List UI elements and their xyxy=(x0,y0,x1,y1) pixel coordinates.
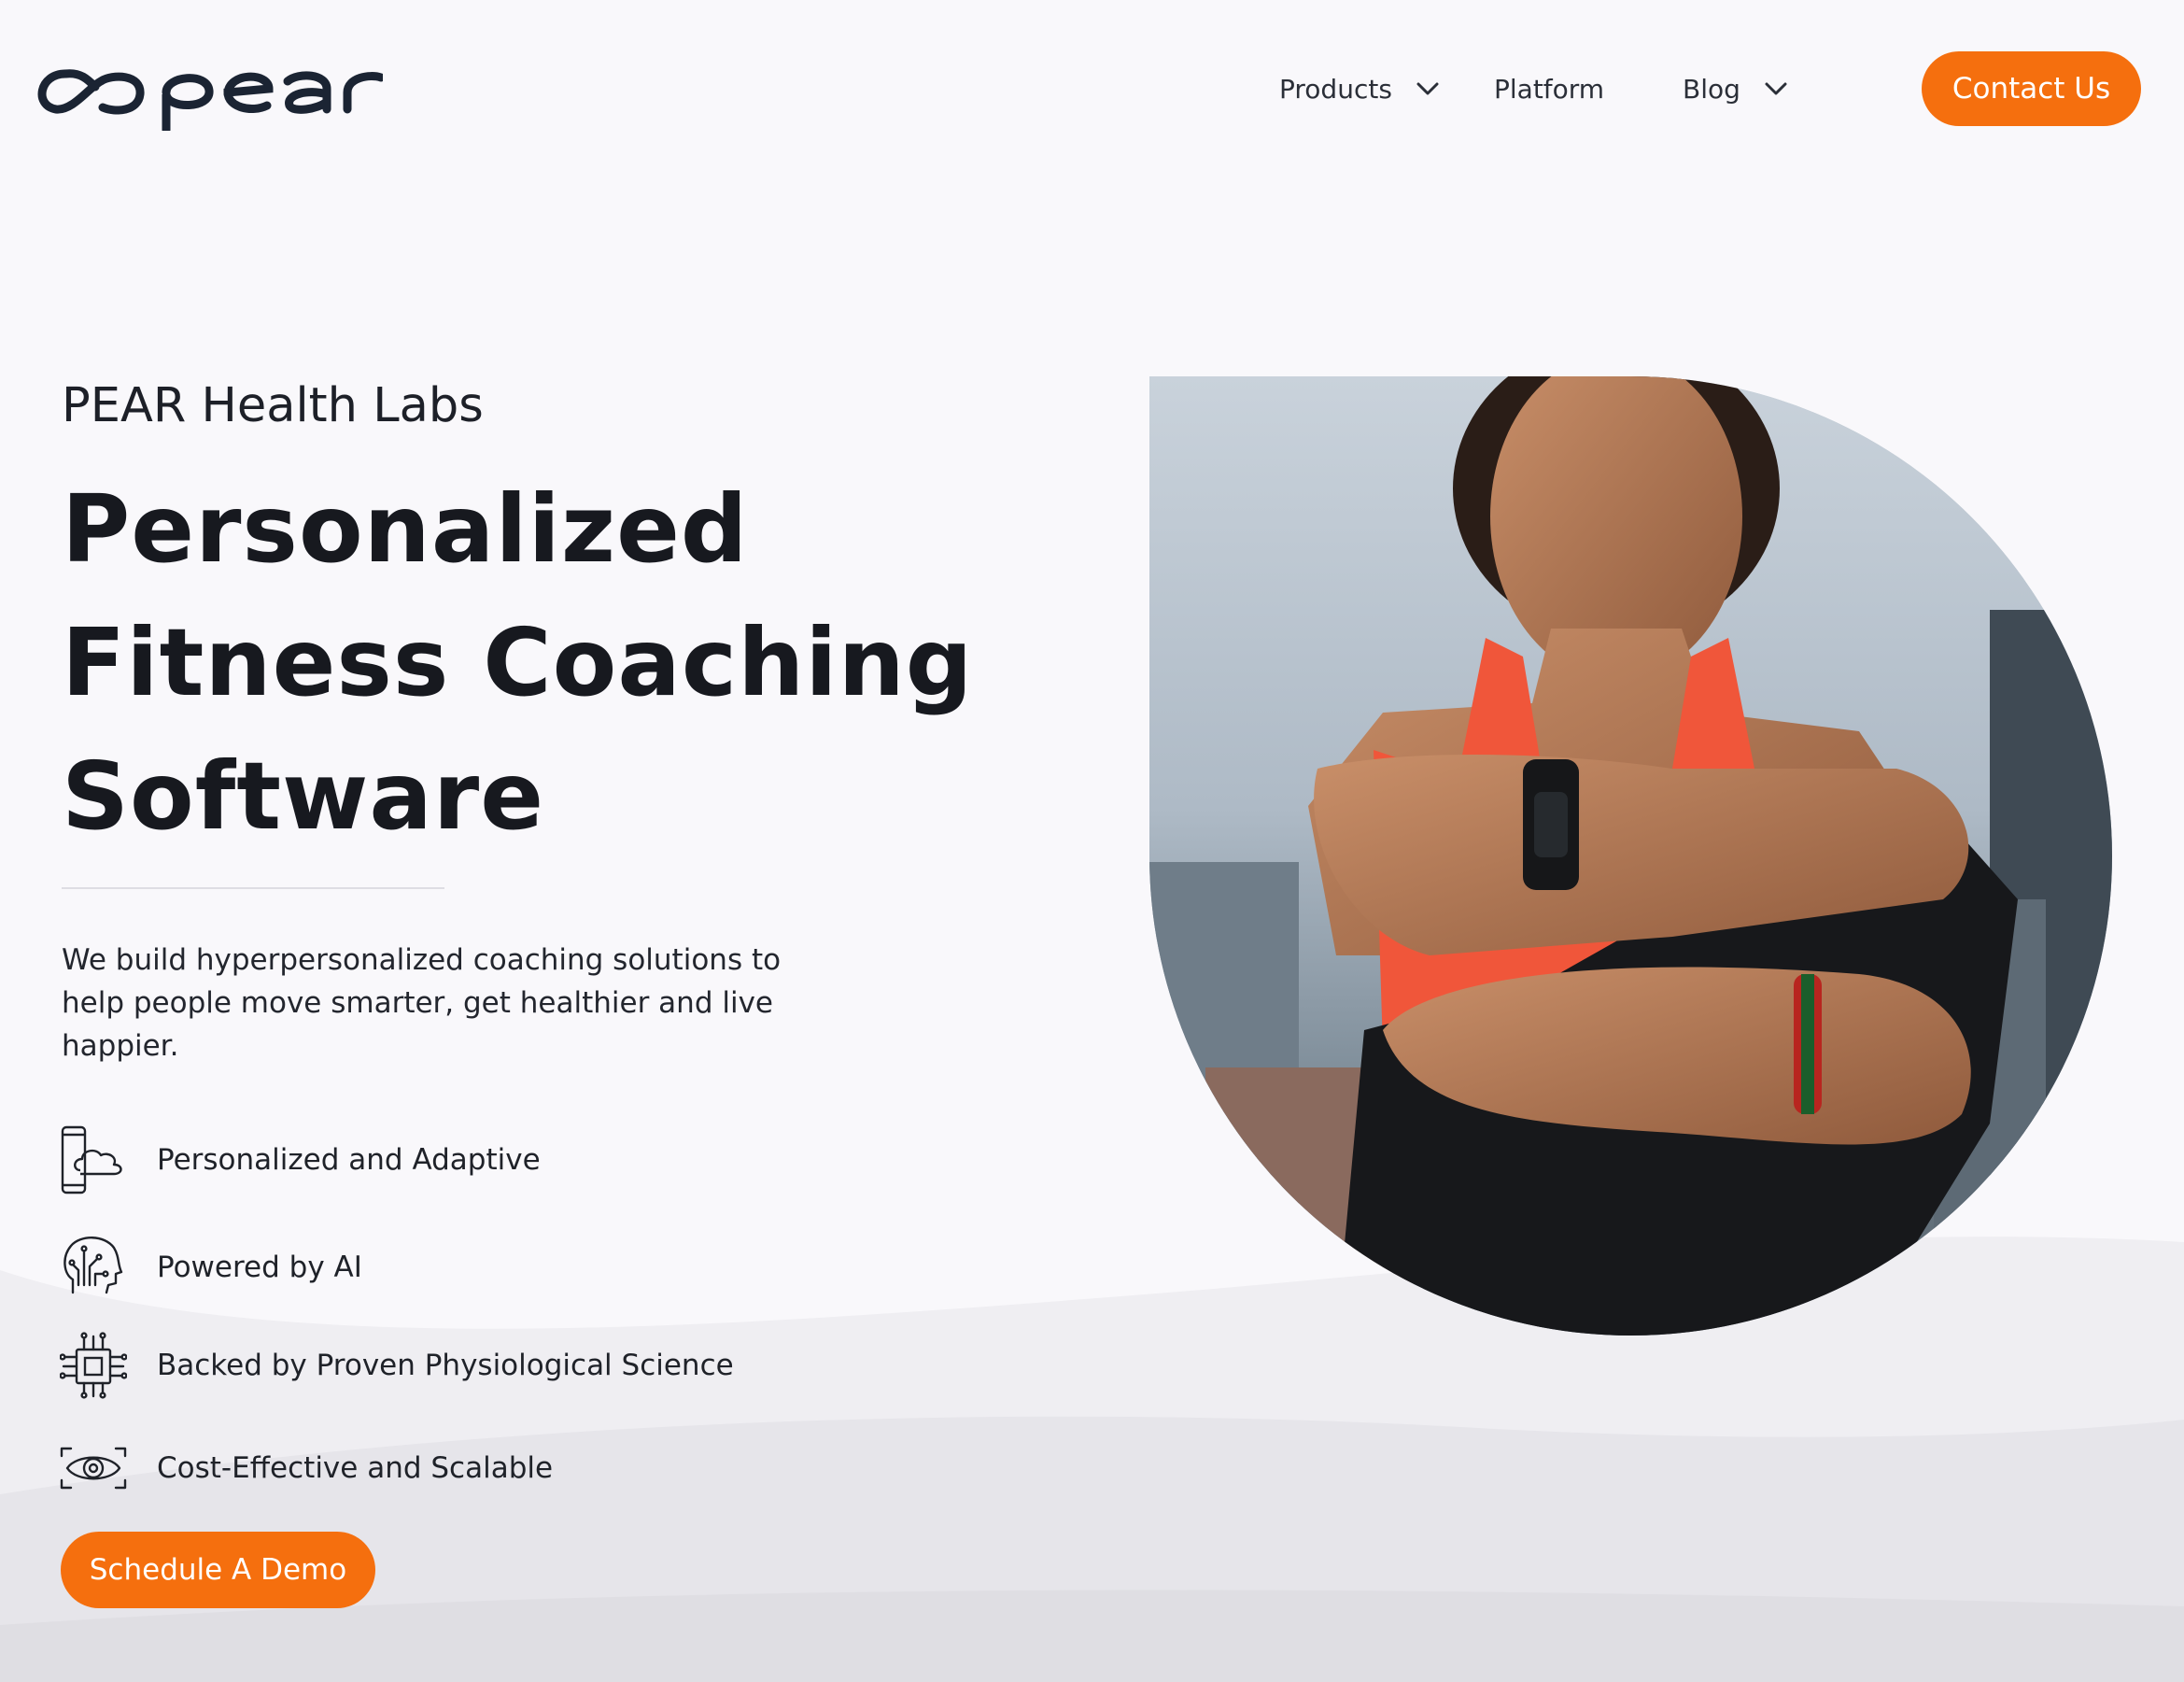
headline-line-1: Personalized xyxy=(62,474,749,584)
eyebrow-text: PEAR Health Labs xyxy=(62,378,484,433)
feature-item: Personalized and Adaptive xyxy=(60,1125,541,1194)
nav-products-label: Products xyxy=(1279,73,1392,105)
nav-platform[interactable]: Platform xyxy=(1494,69,1604,108)
nav-blog-label: Blog xyxy=(1683,73,1740,105)
feature-label: Backed by Proven Physiological Science xyxy=(157,1349,734,1382)
feature-item: Cost-Effective and Scalable xyxy=(60,1434,553,1503)
feature-item: Powered by AI xyxy=(60,1233,362,1302)
infinity-loop-icon xyxy=(37,54,408,134)
hero-description: We build hyperpersonalized coaching solu… xyxy=(62,943,782,1063)
phone-cloud-icon xyxy=(61,1125,122,1194)
hero-headline: Personalized Fitness Coaching Software xyxy=(62,462,995,863)
feature-label: Cost-Effective and Scalable xyxy=(157,1451,554,1485)
contact-us-button[interactable]: Contact Us xyxy=(1922,51,2141,126)
microchip-icon xyxy=(60,1332,127,1399)
hero-photo xyxy=(1149,376,2112,1336)
headline-line-3: Software xyxy=(62,742,545,851)
feature-item: Backed by Proven Physiological Science xyxy=(60,1331,734,1400)
nav-platform-label: Platform xyxy=(1494,73,1605,105)
ai-head-icon xyxy=(63,1237,123,1294)
pear-logo[interactable] xyxy=(28,51,408,134)
nav-products[interactable]: Products xyxy=(1279,69,1439,108)
eye-scan-icon xyxy=(60,1447,127,1490)
chevron-down-icon xyxy=(1765,82,1787,95)
woman-checking-smartwatch-photo xyxy=(1149,376,2112,1336)
nav-blog[interactable]: Blog xyxy=(1683,69,1787,108)
schedule-demo-button[interactable]: Schedule A Demo xyxy=(61,1532,375,1608)
headline-line-2: Fitness Coaching xyxy=(62,608,974,717)
chevron-down-icon xyxy=(1416,82,1439,95)
feature-label: Personalized and Adaptive xyxy=(157,1143,541,1177)
feature-label: Powered by AI xyxy=(157,1251,362,1284)
divider xyxy=(62,887,444,889)
